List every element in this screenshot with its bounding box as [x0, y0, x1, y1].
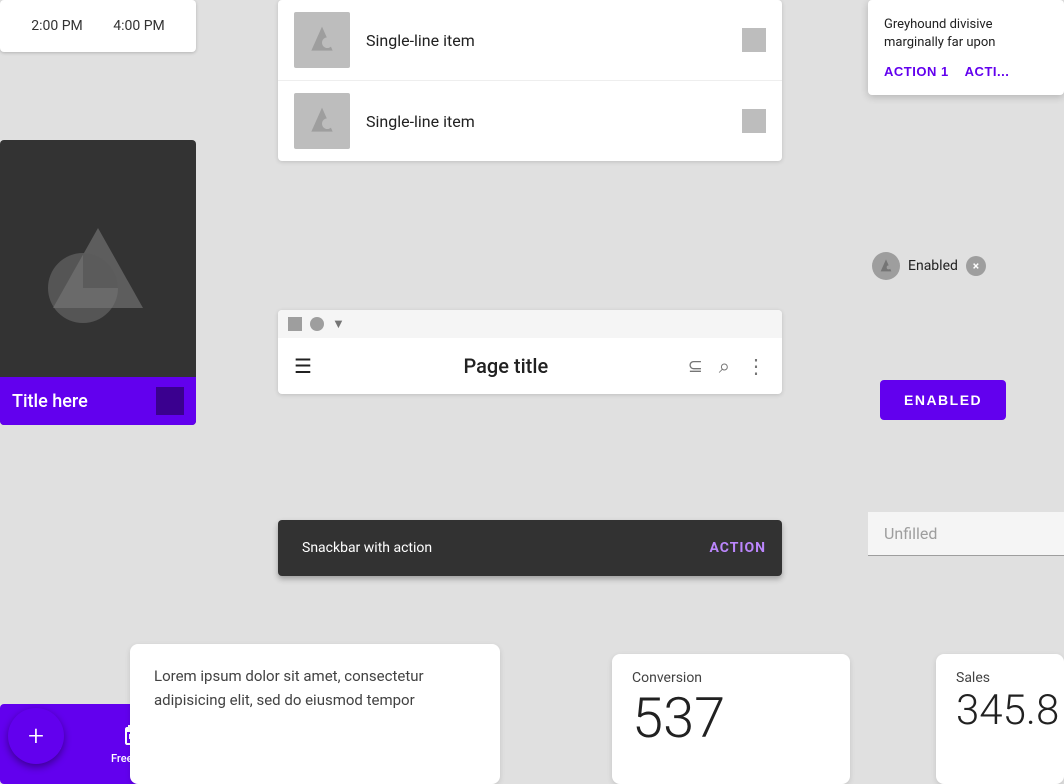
dialog-action1-button[interactable]: ACTION 1: [884, 64, 949, 79]
dialog-text: Greyhound divisive marginally far upon: [884, 16, 1048, 52]
window-btn-square: [288, 317, 302, 331]
hamburger-menu-icon[interactable]: ☰: [294, 350, 324, 382]
sales-label: Sales: [956, 670, 1044, 686]
chip-label: Enabled: [908, 258, 958, 274]
title-bar: Title here: [0, 377, 196, 425]
enabled-button[interactable]: ENABLED: [880, 380, 1006, 420]
dialog-actions: ACTION 1 ACTI...: [884, 64, 1048, 79]
share-icon[interactable]: ⊆: [688, 356, 703, 377]
window-btn-circle: [310, 317, 324, 331]
app-bar-title: Page title: [324, 354, 688, 378]
lorem-card: Lorem ipsum dolor sit amet, consectetur …: [130, 644, 500, 784]
list-item-1[interactable]: Single-line item: [278, 0, 782, 81]
snackbar-message: Snackbar with action: [302, 540, 432, 556]
sales-value: 345.8: [956, 690, 1044, 732]
app-bar-actions: ⊆ ⌕ ⋮: [688, 354, 766, 378]
window-btn-arrow: ▼: [332, 316, 345, 332]
conversion-label: Conversion: [632, 670, 830, 686]
search-icon[interactable]: ⌕: [719, 354, 730, 378]
fab-button[interactable]: +: [8, 708, 64, 764]
chip-avatar-icon: [878, 258, 894, 274]
fab-plus-icon: +: [28, 722, 44, 750]
time-card: 2:00 PM 4:00 PM: [0, 0, 196, 52]
app-bar-card: ▼ ☰ Page title ⊆ ⌕ ⋮: [278, 310, 782, 394]
snackbar: Snackbar with action ACTION: [278, 520, 782, 576]
chip-avatar: [872, 252, 900, 280]
list-item-text-2: Single-line item: [366, 112, 726, 131]
unfilled-text-field[interactable]: Unfilled: [868, 512, 1064, 556]
dialog-card: Greyhound divisive marginally far upon A…: [868, 0, 1064, 95]
list-item-secondary-1: [742, 28, 766, 52]
list-thumb-1: [294, 12, 350, 68]
thumb-icon-2: [306, 105, 338, 137]
left-dark-card: Title here: [0, 140, 196, 425]
conversion-value: 537: [632, 690, 830, 746]
app-bar-window-controls: ▼: [278, 310, 782, 338]
list-thumb-2: [294, 93, 350, 149]
title-bar-rect: [156, 387, 184, 415]
time-label-2: 4:00 PM: [113, 18, 165, 34]
conversion-card: Conversion 537: [612, 654, 850, 784]
more-vert-icon[interactable]: ⋮: [746, 354, 766, 378]
dialog-action2-button[interactable]: ACTI...: [965, 64, 1010, 79]
thumb-icon-1: [306, 24, 338, 56]
list-item-2[interactable]: Single-line item: [278, 81, 782, 161]
list-card: Single-line item Single-line item: [278, 0, 782, 161]
chip-row: Enabled ×: [868, 248, 998, 284]
title-bar-text: Title here: [12, 391, 88, 412]
chip-close-icon[interactable]: ×: [966, 256, 986, 276]
app-bar-content: ☰ Page title ⊆ ⌕ ⋮: [278, 338, 782, 394]
sales-card: Sales 345.8: [936, 654, 1064, 784]
unfilled-placeholder: Unfilled: [884, 524, 937, 543]
list-item-secondary-2: [742, 109, 766, 133]
snackbar-action-button[interactable]: ACTION: [709, 540, 766, 556]
lorem-text: Lorem ipsum dolor sit amet, consectetur …: [154, 664, 476, 712]
time-label-1: 2:00 PM: [31, 18, 83, 34]
enabled-chip[interactable]: Enabled ×: [868, 248, 998, 284]
placeholder-art-icon: [33, 218, 163, 348]
list-item-text-1: Single-line item: [366, 31, 726, 50]
